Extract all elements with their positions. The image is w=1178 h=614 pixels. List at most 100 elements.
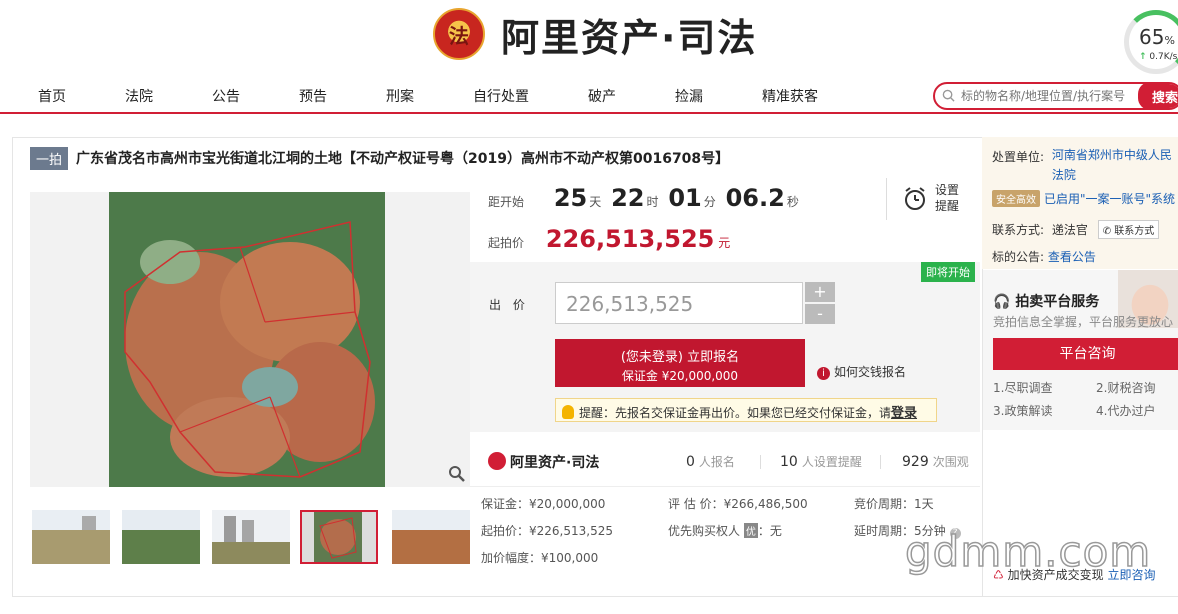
- how-to-pay-link[interactable]: i 如何交钱报名: [817, 363, 906, 380]
- how-to-pay-label: 如何交钱报名: [834, 365, 907, 379]
- priority-value: ：无: [757, 524, 782, 538]
- notice-link[interactable]: 查看公告: [1048, 250, 1096, 264]
- brand-name: 阿里资产·司法: [501, 15, 758, 60]
- search-input[interactable]: [961, 87, 1141, 105]
- platform-consult-button[interactable]: 平台咨询: [993, 338, 1178, 370]
- thumbnail-5[interactable]: [392, 510, 470, 564]
- view-count: 929 次围观: [902, 453, 969, 470]
- start-price-label: 起拍价: [488, 236, 525, 250]
- notice-label: 标的公告:: [992, 250, 1045, 264]
- deposit-info: 保证金：¥20,000,000: [481, 497, 606, 511]
- nav-bankruptcy[interactable]: 破产: [588, 86, 616, 106]
- signup-deposit: 保证金 ¥20,000,000: [621, 369, 739, 383]
- signup-count: 0 人报名: [686, 453, 735, 470]
- countdown-hours: 22: [611, 184, 645, 212]
- signup-count-label: 人报名: [698, 455, 735, 469]
- service-due-diligence[interactable]: 1.尽职调查: [993, 379, 1052, 396]
- thumbnail-3[interactable]: [212, 510, 290, 564]
- phone-icon: ✆: [1102, 226, 1112, 237]
- stats-row: 阿里资产·司法 0 人报名 10 人设置提醒 929 次围观: [470, 437, 980, 487]
- brand-logo[interactable]: 法 阿里资产·司法: [433, 6, 757, 62]
- increase-bid-button[interactable]: +: [805, 282, 835, 302]
- nav-court[interactable]: 法院: [125, 86, 153, 106]
- court-row: 处置单位: 河南省郑州市中级人民法院: [992, 148, 1178, 185]
- court-label: 处置单位:: [992, 150, 1045, 164]
- set-reminder-button[interactable]: 设置 提醒: [903, 182, 973, 218]
- divider: [760, 455, 761, 469]
- days-unit: 天: [589, 195, 602, 209]
- minutes-unit: 分: [703, 195, 716, 209]
- safety-row: 安全高效 已启用"一案一账号"系统: [992, 190, 1175, 207]
- reminder-count: 10 人设置提醒: [780, 453, 862, 470]
- decrease-bid-button[interactable]: -: [805, 304, 835, 324]
- appraisal-info: 评 估 价：¥266,486,500: [668, 497, 808, 511]
- info-icon: i: [817, 367, 830, 380]
- login-link[interactable]: 登录: [891, 406, 917, 421]
- service-transfer[interactable]: 4.代办过户: [1096, 402, 1155, 419]
- promo-title-text: 拍卖平台服务: [1015, 294, 1100, 310]
- reminder-count-label: 人设置提醒: [801, 455, 862, 469]
- nav-preview[interactable]: 预告: [299, 86, 327, 106]
- nav-self-disposal[interactable]: 自行处置: [473, 86, 529, 106]
- safety-badge: 安全高效: [992, 190, 1040, 207]
- service-tax-consult[interactable]: 2.财税咨询: [1096, 379, 1155, 396]
- divider: [886, 178, 887, 220]
- service-policy[interactable]: 3.政策解读: [993, 402, 1052, 419]
- status-badge: 即将开始: [921, 262, 975, 282]
- reminder-label: 设置 提醒: [935, 183, 960, 213]
- thumbnail-image: [212, 510, 290, 564]
- listing-title-row: 一拍 广东省茂名市高州市宝光街道北江垌的土地【不动产权证号粤（2019）高州市不…: [30, 146, 729, 170]
- thumbnail-2[interactable]: [122, 510, 200, 564]
- alarm-clock-icon: [905, 187, 925, 210]
- court-emblem-icon: 法: [433, 8, 485, 60]
- nav-home[interactable]: 首页: [38, 86, 66, 106]
- tip-text: 提醒：先报名交保证金再出价。如果您已经交付保证金，请: [579, 406, 892, 420]
- nav-announcement[interactable]: 公告: [212, 86, 240, 106]
- start-price-unit: 元: [718, 236, 731, 250]
- search-icon: [942, 89, 955, 102]
- countdown: 距开始 25 天 22 时 01 分 06.2 秒: [488, 184, 805, 212]
- search-box: 搜索: [933, 82, 1178, 110]
- reminder-tip: 提醒：先报名交保证金再出价。如果您已经交付保证金，请登录: [555, 398, 937, 422]
- safety-text: 已启用"一案一账号"系统: [1044, 192, 1176, 206]
- contact-label: 联系方式:: [992, 223, 1045, 237]
- network-speed-widget[interactable]: 65% ↑ 0.7K/s: [1124, 10, 1178, 74]
- bid-amount-input[interactable]: 226,513,525: [555, 282, 803, 324]
- zoom-icon[interactable]: [448, 465, 466, 483]
- notice-row: 标的公告: 查看公告: [992, 248, 1096, 265]
- contact-row: 联系方式: 递法官 ✆ 联系方式: [992, 220, 1160, 239]
- signup-button[interactable]: (您未登录) 立即报名 保证金 ¥20,000,000: [555, 339, 805, 387]
- thumbnail-strip: [30, 510, 470, 566]
- thumbnail-1[interactable]: [32, 510, 110, 564]
- countdown-days: 25: [553, 184, 588, 212]
- brand-mark-icon: [488, 452, 506, 470]
- thumbnail-4-active[interactable]: [300, 510, 378, 564]
- hours-unit: 时: [646, 195, 659, 209]
- nav-criminal[interactable]: 刑案: [386, 86, 414, 106]
- seconds-unit: 秒: [786, 195, 799, 209]
- bid-label: 出 价: [489, 298, 529, 312]
- start-price-value: 226,513,525: [545, 225, 715, 253]
- brand-small-name: 阿里资产·司法: [510, 455, 600, 471]
- promo-subtitle: 竞拍信息全掌握，平台服务更放心: [993, 315, 1174, 329]
- speed-rate: ↑ 0.7K/s: [1139, 52, 1178, 62]
- contact-button-label: 联系方式: [1114, 226, 1155, 237]
- contact-button[interactable]: ✆ 联系方式: [1097, 220, 1160, 239]
- bid-stepper: + -: [805, 282, 835, 324]
- speed-percent: 65%: [1139, 25, 1175, 49]
- nav-precision-leads[interactable]: 精准获客: [762, 86, 818, 106]
- signup-count-value: 0: [686, 454, 695, 470]
- court-name-link[interactable]: 河南省郑州市中级人民法院: [1052, 145, 1178, 185]
- nav-bargain[interactable]: 捡漏: [675, 86, 703, 106]
- auction-round-tag: 一拍: [30, 146, 69, 170]
- brand-small-logo: 阿里资产·司法: [488, 452, 599, 472]
- reminder-count-value: 10: [780, 454, 798, 470]
- lightbulb-icon: [562, 405, 574, 419]
- start-price-info: 起拍价：¥226,513,525: [481, 524, 613, 538]
- aerial-land-photo: [30, 192, 470, 487]
- priority-buyer-info: 优先购买权人 优：无: [668, 522, 782, 539]
- main-photo[interactable]: [30, 192, 470, 487]
- promo-title: 🎧 拍卖平台服务: [993, 291, 1099, 311]
- thumbnail-image: [32, 510, 110, 564]
- search-button[interactable]: 搜索: [1138, 84, 1178, 108]
